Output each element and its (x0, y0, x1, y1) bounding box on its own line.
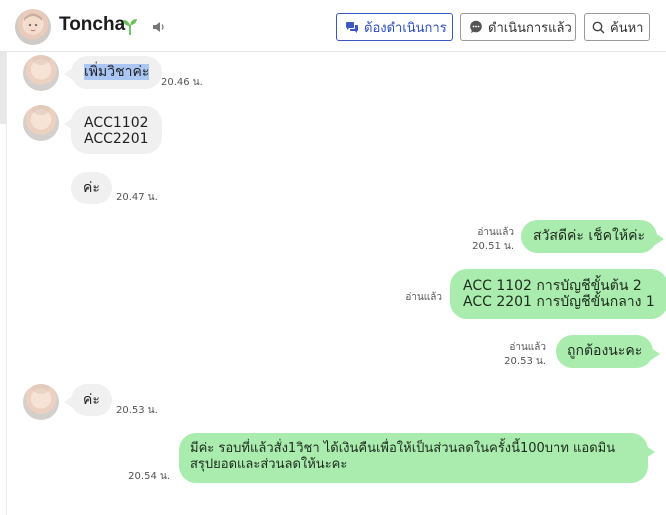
message-time: 20.46 น. (161, 77, 203, 88)
message-text: ค่ะ (83, 180, 100, 196)
message-line: ACC1102 (84, 115, 149, 131)
message-bubble[interactable]: สวัสดีค่ะ เช็คให้ค่ะ (521, 220, 664, 253)
message-text: สวัสดีค่ะ เช็คให้ค่ะ (533, 228, 645, 244)
message-time: 20.53 น. (116, 405, 158, 416)
message-text: ถูกต้องนะคะ (567, 343, 643, 359)
message-bubble[interactable]: เพิ่มวิชาค่ะ (63, 56, 163, 89)
message-time: 20.53 น. (504, 356, 546, 367)
message-time: 20.47 น. (116, 192, 158, 203)
search-icon (592, 21, 605, 34)
done-button[interactable]: ดำเนินการแล้ว (460, 13, 576, 41)
chat-dots-icon (470, 20, 482, 33)
message-bubble[interactable]: ค่ะ (71, 172, 112, 204)
message-bubble[interactable]: ถูกต้องนะคะ (556, 335, 661, 368)
avatar[interactable] (23, 384, 59, 420)
message-text: ค่ะ (83, 392, 100, 408)
message-bubble[interactable]: มีค่ะ รอบที่แล้วสั่ง1วิชา ได้เงินคืนเพื่… (179, 433, 655, 483)
message-line: สรุปยอดและส่วนลดให้นะคะ (190, 457, 348, 472)
message-line: ACC 1102 การบัญชีขั้นต้น 2 (463, 278, 642, 294)
read-receipt: อ่านแล้ว (477, 227, 514, 238)
message-line: มีค่ะ รอบที่แล้วสั่ง1วิชา ได้เงินคืนเพื่… (190, 441, 616, 456)
message-time: 20.54 น. (128, 471, 170, 482)
message-bubble[interactable]: ค่ะ (64, 384, 112, 416)
message-line: ACC2201 (84, 131, 149, 147)
avatar[interactable] (23, 55, 59, 91)
read-receipt: อ่านแล้ว (405, 292, 442, 303)
search-button[interactable]: ค้นหา (584, 13, 650, 41)
message-time: 20.51 น. (472, 241, 514, 252)
message-bubble[interactable]: ACC1102 ACC2201 (64, 106, 162, 154)
done-label: ดำเนินการแล้ว (488, 20, 572, 36)
pending-action-label: ต้องดำเนินการ (364, 20, 447, 36)
avatar[interactable] (23, 105, 59, 141)
contact-name: Toncha (59, 14, 126, 35)
read-receipt: อ่านแล้ว (509, 342, 546, 353)
message-line: ACC 2201 การบัญชีขั้นกลาง 1 (463, 294, 655, 310)
pending-action-button[interactable]: ต้องดำเนินการ (336, 13, 453, 41)
chat-bubbles-icon (346, 21, 358, 33)
message-text: เพิ่มวิชาค่ะ (84, 64, 150, 80)
message-bubble[interactable]: ACC 1102 การบัญชีขั้นต้น 2 ACC 2201 การบ… (450, 269, 666, 319)
search-label: ค้นหา (610, 20, 644, 36)
contact-avatar[interactable] (15, 9, 51, 45)
speaker-icon[interactable] (152, 21, 166, 33)
sprout-icon (123, 19, 137, 35)
chat-header: Toncha ต้องดำเนินการ ดำเนินการแล้ว ค้นหา (0, 0, 666, 52)
